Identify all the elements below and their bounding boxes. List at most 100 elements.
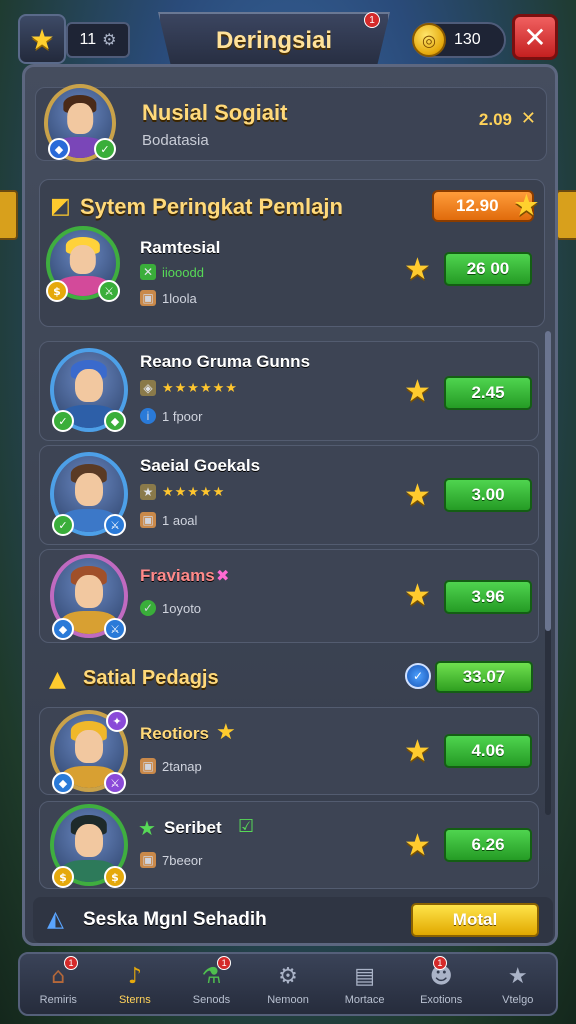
footer-text: Seska Mgnl Sehadih	[83, 909, 267, 930]
top-bar: ★ 11 ⚙ Deringsiai 1 ◎ 130 ✕	[0, 10, 576, 70]
star-icon: ★	[514, 190, 538, 220]
star-small-icon: ★	[140, 484, 156, 500]
shield-badge-icon: ◆	[52, 618, 74, 640]
score-button[interactable]: 3.00	[444, 478, 532, 512]
star-icon: ★	[404, 252, 431, 287]
avatar[interactable]: ◆ ⚔	[50, 554, 128, 640]
crate-icon: ▣	[140, 758, 156, 774]
star-badge-icon: ★	[507, 963, 528, 989]
list-item[interactable]: $ ⚔ Ramtesial ✕ iiooodd ▣ 1loola ★ 26 00	[40, 224, 546, 328]
section-title: Sytem Peringkat Pemlajn	[80, 194, 343, 219]
player-profile-card[interactable]: ◆ ✓ Nusial Sogiait Bodatasia 2.09 ✕	[35, 84, 547, 162]
player-name: Reano Gruma Gunns	[140, 352, 311, 371]
footer-button[interactable]: Motal	[411, 903, 539, 937]
background-decoration-left	[0, 190, 18, 240]
gear-icon[interactable]: ⚙	[102, 30, 116, 50]
player-meta: ✓ 1oyoto	[140, 600, 201, 616]
avatar[interactable]: ✓ ◆	[50, 348, 128, 432]
player-rating: ◈ ★★★★★★	[140, 380, 238, 396]
leaf-badge-icon: ✓	[52, 514, 74, 536]
player-name: Fraviams	[140, 566, 215, 585]
section-score-pill[interactable]: 12.90 ★	[432, 190, 538, 222]
medal-icon: ◈	[140, 380, 156, 396]
nav-item-home[interactable]: ⌂ Remiris 1	[20, 954, 97, 1014]
chest-icon: ▤	[354, 963, 375, 989]
rank-badge-icon: ◆	[48, 138, 70, 160]
nav-label: Vtelgo	[502, 994, 534, 1006]
list-item[interactable]: ✓ ⚔ Saeial Goekals ★ ★★★★★ ▣ 1 aoal ★ 3.…	[39, 445, 539, 545]
profile-value: 2.09	[478, 110, 512, 129]
scroll-thumb[interactable]	[545, 331, 551, 631]
notification-badge: 1	[432, 956, 447, 970]
coin-amount: 130	[454, 31, 481, 48]
star-green-icon: ★	[138, 816, 156, 840]
nav-label: Mortace	[344, 994, 385, 1006]
level-value: 11	[79, 31, 97, 48]
background-decoration-right	[556, 190, 576, 240]
sword-badge-icon: ⚔	[98, 280, 120, 302]
close-profile-icon[interactable]: ✕	[521, 108, 536, 129]
sword-badge-icon: ⚔	[104, 618, 126, 640]
player-meta: ▣ 2tanap	[140, 758, 202, 774]
player-meta: ▣ 1 aoal	[140, 512, 197, 528]
player-meta: ▣ 1loola	[140, 290, 197, 306]
avatar[interactable]: ✦ ◆ ⚔	[50, 710, 128, 794]
list-item[interactable]: $ $ ★ Seribet ☑ ▣ 7beeor ★ 6.26	[39, 801, 539, 889]
screen-title: Deringsiai	[215, 27, 333, 54]
info-icon: i	[140, 408, 156, 424]
score-button[interactable]: 26 00	[444, 252, 532, 286]
player-meta: ▣ 7beeor	[140, 852, 202, 868]
main-panel: ◆ ✓ Nusial Sogiait Bodatasia 2.09 ✕ ◩ Sy…	[22, 64, 558, 946]
scrollbar[interactable]	[545, 331, 551, 815]
player-name: Reotiors	[140, 724, 209, 743]
avatar[interactable]: $ $	[50, 804, 128, 888]
player-name: Ramtesial	[140, 238, 221, 257]
nav-item-settings[interactable]: ⚙ Nemoon	[250, 954, 327, 1014]
nav-item-star[interactable]: ★ Vtelgo	[479, 954, 556, 1014]
favorites-tab[interactable]: ★	[18, 14, 66, 64]
sword-badge-icon: ⚔	[104, 514, 126, 536]
leaf-badge-icon: ✓	[94, 138, 116, 160]
close-tag-icon: ✖	[216, 566, 230, 585]
gear-icon: ⚙	[278, 963, 298, 989]
ranking-section: ◩ Sytem Peringkat Pemlajn 12.90 ★ $ ⚔ Ra…	[39, 179, 545, 327]
leaf-icon: ✕	[140, 264, 156, 280]
score-button[interactable]: 4.06	[444, 734, 532, 768]
section-score: 12.90	[456, 196, 499, 215]
score-button[interactable]: 2.45	[444, 376, 532, 410]
shield-badge-icon: ◆	[104, 410, 126, 432]
nav-label: Nemoon	[267, 994, 309, 1006]
avatar[interactable]: ◆ ✓	[44, 84, 116, 162]
coin-badge-icon: $	[46, 280, 68, 302]
info-circle-icon[interactable]: ✓	[405, 663, 431, 689]
nav-item-group[interactable]: ☻ Exotions 1	[403, 954, 480, 1014]
footer-action-bar: ◭ Seska Mgnl Sehadih Motal	[33, 897, 553, 943]
coin-icon: ◎	[412, 23, 446, 57]
player-name: Saeial Goekals	[140, 456, 261, 475]
leaf-badge-icon: ✓	[52, 410, 74, 432]
list-item[interactable]: ✓ ◆ Reano Gruma Gunns ◈ ★★★★★★ i 1 fpoor…	[39, 341, 539, 441]
player-name: Seribet	[164, 818, 222, 837]
list-item[interactable]: ◆ ⚔ Fraviams ✖ ✓ 1oyoto ★ 3.96	[39, 549, 539, 643]
score-button[interactable]: 3.96	[444, 580, 532, 614]
avatar[interactable]: ✓ ⚔	[50, 452, 128, 536]
notification-badge: 1	[364, 12, 380, 28]
avatar[interactable]: $ ⚔	[46, 226, 120, 302]
notification-badge: 1	[64, 956, 78, 970]
star-icon: ★	[404, 374, 431, 409]
nav-item-horn[interactable]: ♪ Sterns	[97, 954, 174, 1014]
list-item[interactable]: ✦ ◆ ⚔ Reotiors ★ ▣ 2tanap ★ 4.06	[39, 707, 539, 795]
section-score-button[interactable]: 33.07	[435, 661, 533, 693]
profile-name: Nusial Sogiait	[142, 100, 288, 125]
close-button[interactable]: ✕	[512, 14, 558, 60]
screen-title-tab: Deringsiai	[158, 12, 390, 70]
thumbs-up-icon: ▲	[49, 667, 66, 692]
score-button[interactable]: 6.26	[444, 828, 532, 862]
star-icon: ★	[404, 578, 431, 613]
coin-badge-icon: $	[104, 866, 126, 888]
nav-item-potion[interactable]: ⚗ Senods 1	[173, 954, 250, 1014]
ranking-icon: ◩	[50, 194, 71, 219]
magic-badge-icon: ✦	[106, 710, 128, 732]
nav-item-chest[interactable]: ▤ Mortace	[326, 954, 403, 1014]
coin-counter[interactable]: ◎ 130	[412, 22, 506, 58]
